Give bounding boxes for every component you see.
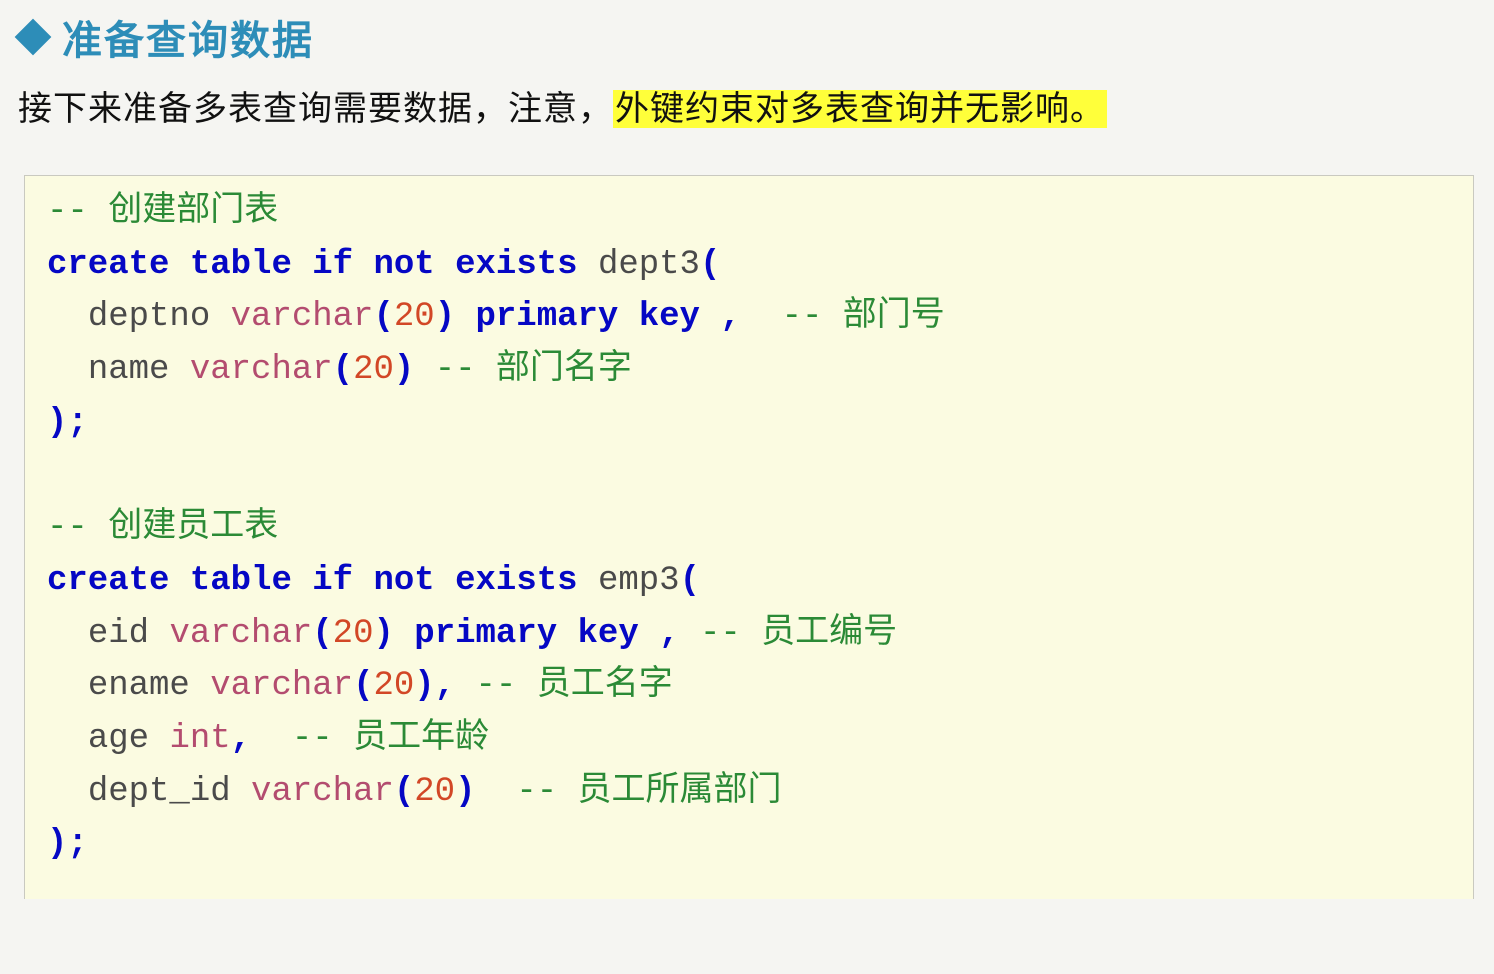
kw-not: not [373, 562, 434, 600]
kw-primary: primary [414, 615, 557, 653]
punct-lparen: ( [312, 615, 332, 653]
intro-prefix: 接下来准备多表查询需要数据，注意， [18, 90, 613, 128]
punct-rparen: ) [455, 773, 475, 811]
num-20: 20 [353, 351, 394, 389]
code-comment: -- 部门名字 [435, 351, 632, 389]
col-dept-id: dept_id [88, 773, 231, 811]
table-name-emp3: emp3 [598, 562, 680, 600]
punct-lparen: ( [680, 562, 700, 600]
num-20: 20 [394, 298, 435, 336]
punct-lparen: ( [333, 351, 353, 389]
punct-lparen: ( [700, 246, 720, 284]
punct-rparen: ) [435, 298, 455, 336]
type-varchar: varchar [231, 298, 374, 336]
sql-code-block: -- 创建部门表 create table if not exists dept… [24, 175, 1474, 899]
punct-lparen: ( [353, 667, 373, 705]
kw-table: table [190, 562, 292, 600]
punct-comma: , [231, 720, 251, 758]
intro-highlight: 外键约束对多表查询并无影响。 [613, 90, 1107, 128]
kw-create: create [47, 246, 169, 284]
num-20: 20 [373, 667, 414, 705]
document-page: 准备查询数据 接下来准备多表查询需要数据，注意，外键约束对多表查询并无影响。 -… [0, 0, 1494, 923]
col-ename: ename [88, 667, 190, 705]
col-name: name [88, 351, 170, 389]
punct-comma: , [435, 667, 455, 705]
code-comment: -- 创建部门表 [47, 193, 278, 231]
punct-lparen: ( [394, 773, 414, 811]
code-comment: -- 员工编号 [700, 615, 897, 653]
code-comment: -- 员工所属部门 [516, 773, 781, 811]
punct-rparen: ) [414, 667, 434, 705]
heading-text: 准备查询数据 [62, 8, 314, 66]
intro-paragraph: 接下来准备多表查询需要数据，注意，外键约束对多表查询并无影响。 [18, 84, 1478, 135]
punct-lparen: ( [373, 298, 393, 336]
code-comment: -- 创建员工表 [47, 509, 278, 547]
type-varchar: varchar [210, 667, 353, 705]
type-int: int [169, 720, 230, 758]
type-varchar: varchar [190, 351, 333, 389]
col-age: age [88, 720, 149, 758]
table-name-dept3: dept3 [598, 246, 700, 284]
type-varchar: varchar [169, 615, 312, 653]
code-comment: -- 员工年龄 [292, 720, 489, 758]
num-20: 20 [414, 773, 455, 811]
kw-table: table [190, 246, 292, 284]
kw-exists: exists [455, 562, 577, 600]
punct-rparen: ) [373, 615, 393, 653]
col-deptno: deptno [88, 298, 210, 336]
col-eid: eid [88, 615, 149, 653]
code-comment: -- 部门号 [782, 298, 945, 336]
punct-comma: , [659, 615, 679, 653]
type-varchar: varchar [251, 773, 394, 811]
kw-key: key [578, 615, 639, 653]
kw-exists: exists [455, 246, 577, 284]
diamond-bullet-icon [15, 19, 52, 56]
kw-key: key [639, 298, 700, 336]
kw-if: if [312, 246, 353, 284]
kw-not: not [373, 246, 434, 284]
punct-rparen-semi: ); [47, 404, 88, 442]
punct-rparen-semi: ); [47, 825, 88, 863]
kw-create: create [47, 562, 169, 600]
num-20: 20 [333, 615, 374, 653]
punct-comma: , [720, 298, 740, 336]
punct-rparen: ) [394, 351, 414, 389]
kw-if: if [312, 562, 353, 600]
kw-primary: primary [476, 298, 619, 336]
section-heading: 准备查询数据 [16, 8, 1478, 66]
code-comment: -- 员工名字 [476, 667, 673, 705]
